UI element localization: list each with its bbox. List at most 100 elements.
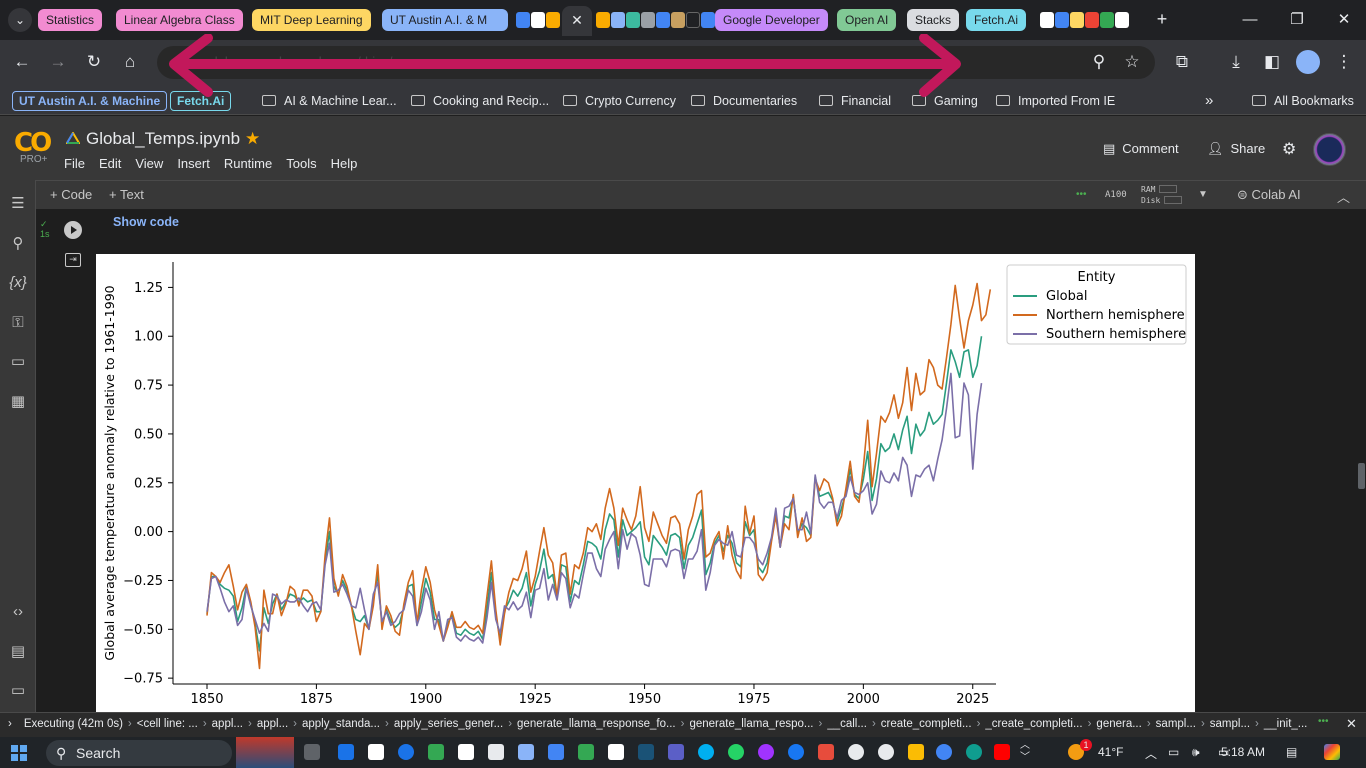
tab-group-mit-deep-learning[interactable]: MIT Deep Learning [252, 9, 371, 31]
add-text-button[interactable]: + Text [109, 187, 144, 202]
copilot-icon[interactable] [1324, 744, 1340, 760]
runtime-status-dots[interactable]: ••• [1076, 189, 1087, 200]
app-icon-7[interactable] [518, 744, 534, 760]
runtime-dropdown-chevron-icon[interactable]: ▼ [1198, 189, 1208, 200]
address-text[interactable]: colab.research.google.com/drive/… [201, 54, 406, 69]
add-code-button[interactable]: + Code [50, 187, 92, 202]
stack-frame[interactable]: __call... [827, 718, 872, 730]
bookmark-folder-imported[interactable]: Imported From IE [996, 91, 1115, 111]
notifications-icon[interactable]: ▤ [1286, 745, 1297, 759]
tab-group-statistics[interactable]: Statistics [38, 9, 103, 31]
stack-frame[interactable]: generate_llama_respo... [689, 718, 818, 730]
facebook-icon[interactable] [788, 744, 804, 760]
accelerator-label[interactable]: A100 [1105, 190, 1127, 200]
home-icon[interactable]: ⌂ [118, 50, 142, 74]
volume-icon[interactable]: 🕪︎ [1192, 745, 1200, 760]
menu-view[interactable]: View [135, 156, 163, 171]
teams-icon[interactable] [668, 744, 684, 760]
address-bar[interactable]: colab.research.google.com/drive/… ⚲ ☆ [157, 46, 1155, 79]
pinned-tab-icons-left[interactable] [516, 10, 560, 30]
chrome-icon[interactable] [936, 744, 952, 760]
colab-ai-button[interactable]: ⊜ Colab AI [1237, 187, 1301, 203]
calendar-icon[interactable]: ▦ [6, 390, 30, 414]
menu-edit[interactable]: Edit [99, 156, 121, 171]
exec-close-icon[interactable]: ✕ [1346, 716, 1357, 732]
taskbar-scroll-arrows[interactable]: ︿ ﹀ [1020, 740, 1030, 764]
stack-frame[interactable]: apply_standa... [302, 718, 385, 730]
news-widget-icon[interactable] [236, 737, 294, 768]
stack-frame[interactable]: apply_series_gener... [394, 718, 508, 730]
terminal-icon[interactable]: ▭ [6, 679, 30, 703]
menu-help[interactable]: Help [331, 156, 358, 171]
task-view-icon[interactable] [304, 744, 320, 760]
side-panel-icon[interactable]: ◧ [1260, 50, 1284, 74]
tab-group-open-ai[interactable]: Open AI [837, 9, 897, 31]
show-code-link[interactable]: Show code [113, 215, 179, 229]
extensions-icon[interactable]: ⧉ [1170, 50, 1194, 74]
reload-icon[interactable]: ↻ [82, 50, 106, 74]
all-bookmarks[interactable]: All Bookmarks [1252, 91, 1354, 111]
app-icon-5[interactable] [458, 744, 474, 760]
app-icon-12[interactable] [818, 744, 834, 760]
stack-frame[interactable]: appl... [212, 718, 248, 730]
command-palette-icon[interactable]: ▤ [6, 640, 30, 664]
close-icon[interactable]: ✕ [571, 12, 583, 28]
tab-group-fetch-ai[interactable]: Fetch.Ai [966, 9, 1027, 31]
bookmark-folder-financial[interactable]: Financial [819, 91, 891, 111]
status-expand-icon[interactable]: › [8, 718, 24, 730]
stack-frame[interactable]: sampl... [1156, 718, 1201, 730]
app-icon-10[interactable] [608, 744, 624, 760]
youtube-icon[interactable] [994, 744, 1010, 760]
bookmark-group-ut-austin[interactable]: UT Austin A.I. & Machine [12, 91, 168, 111]
network-icon[interactable]: ▭ [1168, 745, 1179, 759]
tab-search-button[interactable]: ⌄ [8, 8, 32, 32]
browser-menu-icon[interactable]: ⋮ [1332, 50, 1356, 74]
google-drive-taskbar-icon[interactable] [908, 744, 924, 760]
tray-chevron-icon[interactable]: ︿ [1145, 745, 1157, 762]
pinned-tab-icons-end[interactable] [1040, 10, 1129, 30]
tab-group-stacks[interactable]: Stacks [907, 9, 960, 31]
resource-meter[interactable]: RAM Disk [1141, 184, 1183, 206]
tab-group-google-developer[interactable]: Google Developer [715, 9, 828, 31]
collapse-chevron-icon[interactable]: ︿ [1337, 187, 1350, 206]
messenger-icon[interactable] [758, 744, 774, 760]
stack-frame[interactable]: generate_llama_response_fo... [517, 718, 681, 730]
taskbar-search[interactable]: ⚲ Search [46, 740, 232, 766]
share-button[interactable]: 👤︎ Share [1207, 141, 1265, 157]
forward-icon[interactable]: → [46, 50, 70, 74]
bookmark-folder-ai-ml[interactable]: AI & Machine Lear... [262, 91, 397, 111]
output-actions-icon[interactable]: ⇥ [65, 253, 81, 267]
skype-icon[interactable] [698, 744, 714, 760]
stack-frame[interactable]: _create_completi... [985, 718, 1087, 730]
tab-group-linear-algebra[interactable]: Linear Algebra Class [116, 9, 243, 31]
search-icon[interactable]: ⚲ [6, 232, 30, 256]
profile-avatar[interactable] [1296, 50, 1320, 74]
more-bookmarks-icon[interactable]: » [1205, 91, 1213, 111]
menu-tools[interactable]: Tools [286, 156, 316, 171]
app-icon-2[interactable] [368, 744, 384, 760]
app-icon-9[interactable] [578, 744, 594, 760]
windows-start-icon[interactable] [11, 745, 27, 761]
stack-frame[interactable]: genera... [1096, 718, 1146, 730]
bookmark-folder-gaming[interactable]: Gaming [912, 91, 978, 111]
bookmark-group-fetch-ai[interactable]: Fetch.Ai [170, 91, 232, 111]
menu-runtime[interactable]: Runtime [224, 156, 272, 171]
app-icon-1[interactable] [338, 744, 354, 760]
app-icon-4[interactable] [428, 744, 444, 760]
active-tab[interactable]: ✕ [562, 6, 592, 36]
bookmark-folder-documentaries[interactable]: Documentaries [691, 91, 797, 111]
download-icon[interactable]: ⤓ [1224, 50, 1248, 74]
settings-gear-icon[interactable]: ⚙ [1282, 139, 1296, 159]
app-icon-8[interactable] [548, 744, 564, 760]
edge-icon[interactable] [966, 744, 982, 760]
menu-file[interactable]: File [64, 156, 85, 171]
window-close-icon[interactable]: ✕ [1332, 8, 1356, 32]
restore-icon[interactable]: ❐ [1285, 8, 1309, 32]
favorite-star-icon[interactable]: ★ [245, 129, 260, 149]
stack-frame[interactable]: sampl... [1210, 718, 1255, 730]
comment-button[interactable]: ▤ Comment [1103, 141, 1179, 157]
new-tab-button[interactable]: + [1150, 8, 1174, 32]
zoom-icon[interactable]: ⚲ [1087, 50, 1111, 74]
stack-frame[interactable]: create_completi... [881, 718, 977, 730]
colab-logo[interactable]: CO PRO+ [14, 128, 54, 168]
